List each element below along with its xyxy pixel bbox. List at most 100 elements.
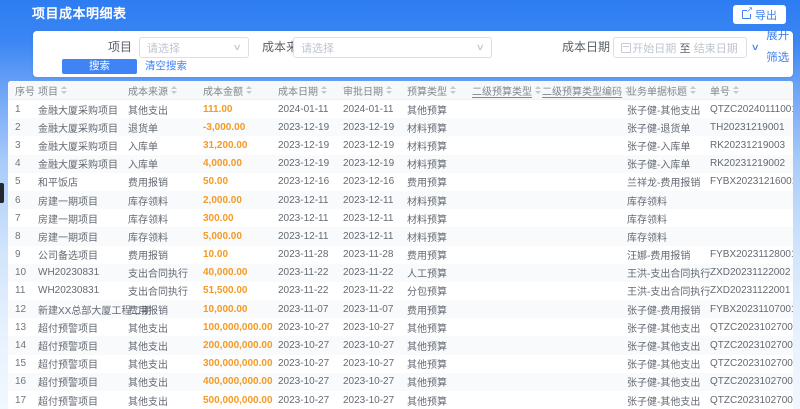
table-cell: 退货单 [128, 123, 158, 135]
table-row: 12 新建XX总部大厦工程二期 费用报销 10,000.00 2023-11-07 202… [8, 300, 793, 319]
project-filter-label: 项目 [108, 40, 133, 54]
table-cell: 2023-11-22 [278, 285, 329, 297]
table-cell: 3 [15, 139, 21, 151]
table-cell: 材料预算 [407, 160, 447, 172]
table-cell: 超付预警项目 [38, 396, 98, 408]
table-row: 5 和平饭店 费用报销 50.00 2023-12-16 2023-12-16 费用预算 兰祥… [8, 173, 793, 191]
table-cell: 新建XX总部大厦工程二期 [38, 305, 152, 317]
table-cell: 2024-01-11 [343, 103, 394, 115]
column-header[interactable]: 单号 [700, 83, 793, 98]
table-cell: 金融大厦采购项目 [38, 105, 118, 117]
table-cell: 费用预算 [407, 305, 447, 317]
page: 项目成本明细表 导出 项目 请选择 ∨ 成本来源 请选择 ∨ 成本日期 开始日期… [0, 0, 800, 409]
table-cell: 支出合同执行 [128, 287, 188, 299]
column-header-label: 二级预算类型 [472, 86, 532, 98]
column-header-label: 成本日期 [278, 86, 318, 98]
table-cell: 金融大厦采购项目 [38, 123, 118, 135]
table-cell: 7 [15, 212, 21, 224]
table-cell: 2023-11-22 [278, 267, 329, 279]
table-row: 8 房建一期项目 库存领料 5,000.00 2023-12-11 2023-12-11 材… [8, 227, 793, 246]
column-header[interactable]: 项目 [28, 83, 118, 98]
table-cell: 支出合同执行 [128, 269, 188, 281]
column-header[interactable]: 二级预算类型编码 [532, 83, 631, 98]
source-select[interactable]: 请选择 ∨ [293, 37, 492, 58]
table-row: 14 超付预警项目 其他支出 200,000,000.00 2023-10-27 2023… [8, 336, 793, 355]
chevron-down-icon: ∨ [750, 41, 760, 52]
table-cell: 12 [15, 303, 27, 315]
column-header[interactable]: 预算类型 [397, 83, 462, 98]
table-cell: 张子健-其他支出 [627, 105, 701, 117]
project-select[interactable]: 请选择 ∨ [139, 37, 249, 58]
table-cell: 500,000,000.00 [203, 394, 273, 406]
column-header-label: 业务单据标题 [627, 86, 687, 98]
table-cell: 张子健-其他支出 [627, 396, 701, 408]
table-cell: 和平饭店 [38, 178, 78, 190]
table-cell: 2023-10-27 [343, 394, 395, 406]
table-cell: 费用报销 [128, 251, 168, 263]
column-header-label: 二级预算类型编码 [542, 86, 622, 98]
export-button[interactable]: 导出 [733, 5, 786, 24]
table-cell: 2023-12-11 [278, 230, 329, 242]
date-separator: 至 [679, 42, 691, 55]
table-cell: 2023-12-16 [278, 176, 330, 188]
export-button-label: 导出 [755, 9, 777, 22]
date-range-input[interactable]: 开始日期 至 结束日期 [613, 37, 747, 58]
table-cell: FYBX20231107001 [710, 303, 793, 315]
table-cell: 材料预算 [407, 232, 447, 244]
table-cell: 2023-10-27 [343, 321, 395, 333]
table-header: 序号 项目 成本来源 成本金额 成本日期 审批日期 预算类型 二级预算类型 二级预算类型编码 业务… [8, 81, 793, 100]
table-cell: 库存领料 [128, 232, 168, 244]
table-cell: 15 [15, 358, 27, 370]
table-body: 1 金融大厦采购项目 其他支出 111.00 2024-01-11 2024-01-11 其… [8, 100, 793, 409]
table-cell: 张子健-其他支出 [627, 342, 701, 354]
table-cell: 其他支出 [128, 105, 168, 117]
table-cell: 房建一期项目 [38, 214, 98, 226]
table-row: 6 房建一期项目 库存领料 2,000.00 2023-12-11 2023-12-11 材… [8, 190, 793, 210]
column-header[interactable]: 成本金额 [193, 83, 268, 98]
table-cell: -3,000.00 [203, 121, 246, 133]
date-filter-label: 成本日期 [562, 40, 611, 54]
sort-icon [61, 86, 67, 94]
column-header-label: 项目 [38, 86, 58, 98]
table-cell: 张子健-退货单 [627, 123, 691, 135]
clear-search-button[interactable]: 清空搜索 [145, 59, 187, 74]
table-cell: ZXD20231122002 [710, 267, 791, 279]
table-cell: 王洪-支出合同执行 [627, 287, 711, 299]
table-cell: 5 [15, 176, 21, 188]
table-cell: 13 [15, 321, 27, 333]
table-cell: 金融大厦采购项目 [38, 160, 118, 172]
table-cell: 300,000,000.00 [203, 358, 273, 370]
table-cell: 库存领料 [128, 214, 168, 226]
table-cell: 张子健-其他支出 [627, 378, 701, 390]
table-cell: QTZC20231027002 [710, 376, 793, 388]
table-cell: 费用预算 [407, 251, 447, 263]
table-row: 13 超付预警项目 其他支出 100,000,000.00 2023-10-27 2023… [8, 318, 793, 336]
table-cell: 其他支出 [128, 342, 168, 354]
table-cell: 房建一期项目 [38, 196, 98, 208]
table-cell: 2023-12-11 [343, 212, 394, 224]
column-header[interactable]: 审批日期 [333, 83, 397, 98]
sort-icon [171, 86, 177, 94]
search-button[interactable]: 搜索 [62, 59, 137, 74]
sort-icon [733, 86, 739, 94]
edge-panel-handle[interactable] [0, 183, 4, 203]
table-cell: 5,000.00 [203, 230, 242, 242]
table-cell: 2023-12-19 [343, 158, 395, 170]
column-header[interactable]: 成本日期 [268, 83, 333, 98]
sort-icon [386, 86, 392, 94]
table-row: 9 公司备选项目 费用报销 10.00 2023-11-28 2023-11-28 费用预算… [8, 246, 793, 264]
table-cell: 100,000,000.00 [203, 321, 273, 333]
table-cell: 费用报销 [128, 178, 168, 190]
column-header[interactable]: 成本来源 [118, 83, 193, 98]
table-cell: 2024-01-11 [278, 103, 329, 115]
table-cell: 其他预算 [407, 360, 447, 372]
table-cell: 2023-10-27 [343, 340, 395, 352]
column-header[interactable]: 业务单据标题 [617, 83, 700, 98]
column-header-label: 预算类型 [407, 86, 447, 98]
sort-icon [690, 86, 696, 94]
expand-filters-link[interactable]: ∨ 展开筛选 [750, 30, 793, 64]
column-header[interactable]: 二级预算类型 [462, 83, 541, 98]
table-cell: 金融大厦采购项目 [38, 141, 118, 153]
table-cell: 其他预算 [407, 342, 447, 354]
table-cell: 其他支出 [128, 323, 168, 335]
